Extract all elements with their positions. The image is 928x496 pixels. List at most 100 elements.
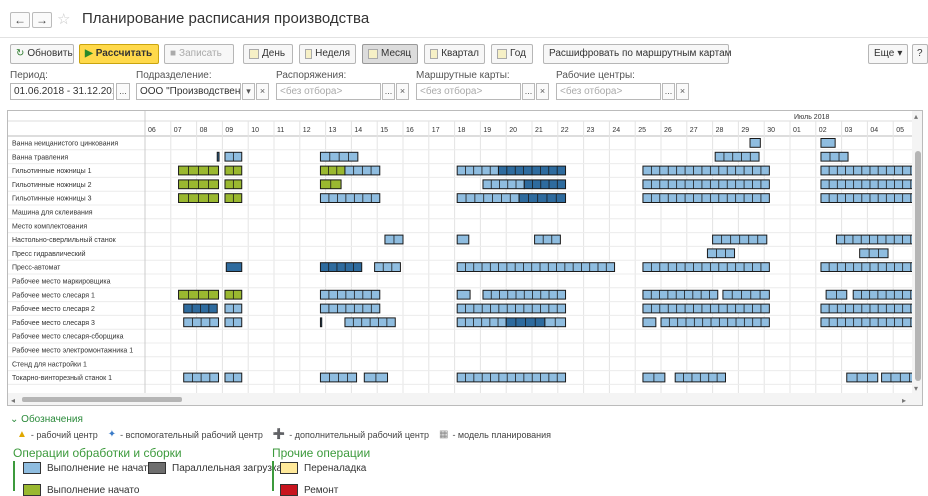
page-title: Планирование расписания производства	[82, 10, 370, 27]
legend-toggle[interactable]: ⌄ Обозначения	[10, 414, 83, 425]
gantt-bar	[642, 193, 770, 203]
save-button[interactable]: ■ Записать	[164, 44, 234, 64]
day-label: 02	[819, 127, 827, 134]
scroll-right-icon: ▸	[902, 396, 906, 405]
row-label: Гильотинные ножницы 2	[12, 182, 92, 189]
gantt-bar	[859, 248, 889, 259]
route-cards-select-button[interactable]: ...	[522, 83, 535, 100]
gantt-bar	[456, 372, 567, 383]
decode-button[interactable]: Расшифровать по маршрутным картам	[543, 44, 732, 64]
calendar-icon	[497, 49, 507, 59]
row-label: Гильотинные ножницы 1	[12, 168, 92, 175]
legend-group1-bar	[13, 461, 15, 491]
day-label: 28	[716, 127, 724, 134]
gantt-bar	[642, 317, 657, 328]
gantt-bar	[722, 289, 770, 300]
day-label: 08	[200, 127, 208, 134]
route-cards-field[interactable]: <без отбора>	[416, 83, 521, 100]
day-label: 17	[432, 127, 440, 134]
gantt-chart[interactable]: Июль 2018 06 07 08 09 10 11 12 13 14 15 16 17 18 19 20 2…	[7, 110, 923, 406]
gantt-bar	[225, 262, 243, 272]
period-field[interactable]: 01.06.2018 - 31.12.2018	[10, 83, 114, 100]
gantt-bar	[749, 138, 761, 148]
more-button[interactable]: Еще ▾	[868, 44, 908, 64]
help-button[interactable]: ?	[912, 44, 928, 64]
gantt-bar	[714, 151, 760, 162]
refresh-button[interactable]: ↻ Обновить	[10, 44, 74, 64]
back-arrow-icon[interactable]: ←	[10, 12, 30, 28]
day-label: 22	[561, 127, 569, 134]
calculate-button[interactable]: ▶ Рассчитать	[79, 44, 159, 64]
gantt-bar	[820, 138, 836, 148]
day-label: 25	[638, 127, 646, 134]
orders-select-button[interactable]: ...	[382, 83, 395, 100]
row-label: Ванна неицанистого цинкования	[12, 141, 118, 148]
calendar-icon	[305, 49, 313, 59]
row-label: Гильотинные ножницы 3	[12, 196, 92, 203]
legend-aux-center-text: - вспомогательный рабочий центр	[120, 429, 263, 440]
period-select-button[interactable]: ...	[116, 83, 130, 100]
day-label: 09	[225, 127, 233, 134]
title-bar: ← → ☆ Планирование расписания производст…	[0, 0, 928, 38]
scroll-left-icon: ◂	[11, 396, 15, 405]
quarter-label: Квартал	[441, 48, 479, 59]
work-centers-select-button[interactable]: ...	[662, 83, 675, 100]
orders-label: Распоряжения:	[276, 70, 347, 81]
day-label: 12	[303, 127, 311, 134]
legend-swatch-parallel	[148, 462, 166, 474]
day-label: 05	[896, 127, 904, 134]
week-button[interactable]: Неделя	[299, 44, 356, 64]
gantt-bar	[523, 179, 567, 190]
division-dropdown-icon[interactable]: ▾	[242, 83, 255, 100]
day-label: 04	[870, 127, 878, 134]
work-centers-clear-icon[interactable]: ×	[676, 83, 689, 100]
day-label: 06	[148, 127, 156, 134]
row-label: Настольно-сверлильный станок	[12, 236, 117, 244]
horizontal-scrollbar-thumb	[22, 397, 182, 402]
year-button[interactable]: Год	[491, 44, 533, 64]
month-button[interactable]: Месяц	[362, 44, 418, 64]
legend-not-started-label: Выполнение не начато	[47, 463, 154, 474]
quarter-button[interactable]: Квартал	[424, 44, 485, 64]
planning-model-icon: ▦	[438, 429, 449, 440]
gantt-bar	[319, 165, 346, 176]
work-centers-label: Рабочие центры:	[556, 70, 635, 81]
route-cards-clear-icon[interactable]: ×	[536, 83, 549, 100]
gantt-bar	[534, 234, 561, 245]
help-label: ?	[917, 48, 923, 59]
calculate-label: Рассчитать	[95, 48, 153, 59]
aux-work-center-icon: ✦	[107, 429, 117, 440]
day-label: 01	[793, 127, 801, 134]
month-label: Июль 2018	[794, 114, 829, 121]
gantt-bar	[642, 262, 770, 272]
gantt-canvas[interactable]: Июль 2018 06 07 08 09 10 11 12 13 14 15 16 17 18 19 20 2…	[8, 111, 923, 406]
day-label: 29	[741, 127, 749, 134]
row-label: Рабочее место слесаря 3	[12, 319, 95, 327]
row-label: Пресс-автомат	[12, 265, 61, 272]
save-icon: ■	[170, 48, 177, 59]
day-label: 13	[329, 127, 337, 134]
gantt-bar	[518, 193, 567, 203]
gantt-bar	[319, 289, 381, 300]
division-field[interactable]: ООО "Производственная	[136, 83, 241, 100]
orders-clear-icon[interactable]: ×	[396, 83, 409, 100]
work-centers-field[interactable]: <без отбора>	[556, 83, 661, 100]
gantt-bar	[456, 262, 616, 272]
day-label: 14	[354, 127, 362, 134]
more-label: Еще	[874, 48, 895, 59]
legend-model-text: - модель планирования	[452, 429, 552, 440]
day-label: 16	[406, 127, 414, 134]
gantt-bar	[642, 303, 770, 314]
star-icon[interactable]: ☆	[57, 10, 70, 28]
row-label: Место комплектования	[12, 223, 87, 230]
calendar-icon	[249, 49, 259, 59]
scroll-up-icon: ▴	[914, 112, 918, 121]
day-button[interactable]: День	[243, 44, 293, 64]
orders-field[interactable]: <без отбора>	[276, 83, 381, 100]
day-label: 03	[845, 127, 853, 134]
row-label: Токарно-винторезный станок 1	[12, 374, 112, 382]
forward-arrow-icon[interactable]: →	[32, 12, 52, 28]
gantt-bar	[642, 165, 770, 176]
division-clear-icon[interactable]: ×	[256, 83, 269, 100]
row-label: Стенд для настройки 1	[12, 360, 87, 368]
